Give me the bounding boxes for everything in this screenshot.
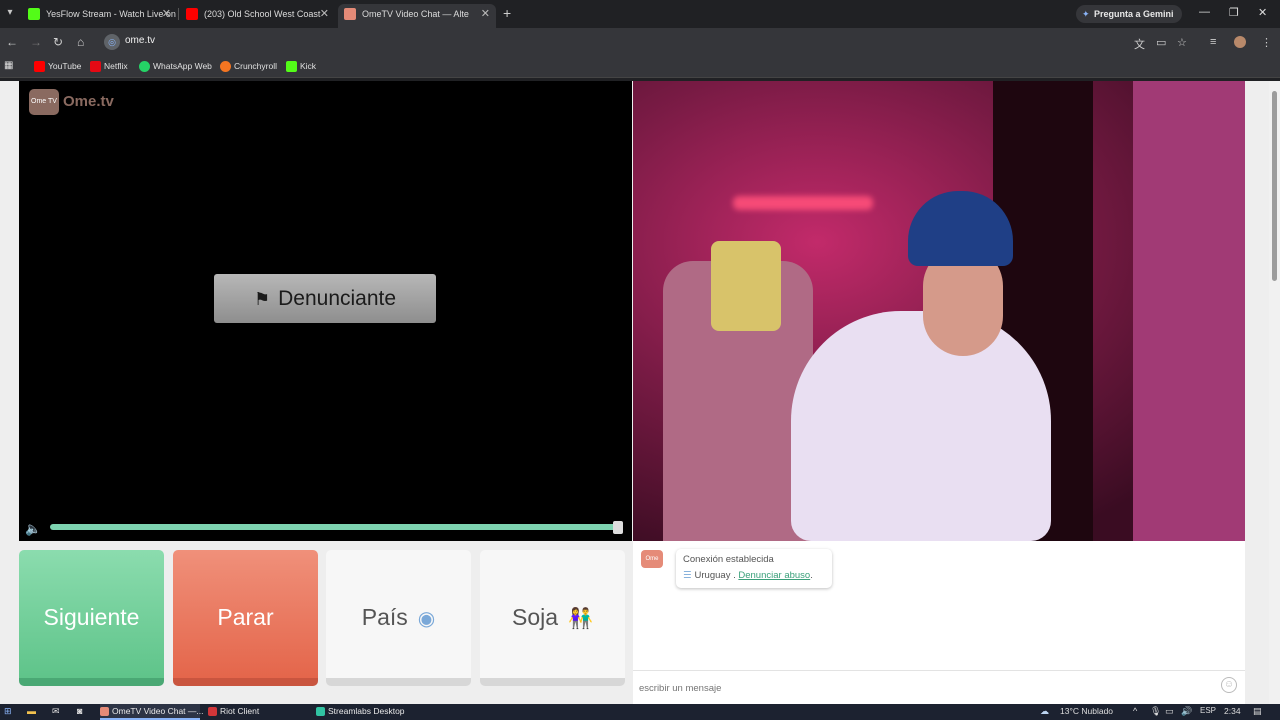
volume-slider-handle[interactable] [613,521,623,534]
language-indicator[interactable]: ESP [1200,706,1216,715]
uruguay-flag-icon: ☰ [683,570,692,581]
youtube-icon [186,8,198,20]
streamlabs-icon [316,707,325,716]
gender-button[interactable]: Soja 👫 [480,550,625,686]
person-figure [791,311,1051,541]
page-scrollbar[interactable] [1269,81,1280,704]
chat-panel: Ome TV Conexión establecida ☰ Uruguay . D… [633,541,1245,704]
menu-dots-icon[interactable]: ⋮ [1261,36,1272,49]
close-tab-icon[interactable]: ✕ [162,4,171,24]
camera-icon[interactable]: ◙ [77,706,82,716]
browser-tab-bar: ▾ YesFlow Stream - Watch Live on ✕ (203)… [0,0,1280,28]
stranger-video-panel: Ome TV Ome.tv ⚑ Denunciante 🔈 [19,81,632,541]
restore-icon[interactable]: ❐ [1229,6,1239,19]
emoji-icon[interactable]: ☺ [1221,677,1237,693]
youtube-icon [34,61,45,72]
file-explorer-icon[interactable]: ▬ [27,706,36,716]
close-tab-icon[interactable]: ✕ [481,4,490,24]
start-icon[interactable]: ⊞ [4,706,12,717]
forward-icon[interactable]: → [30,35,42,49]
notifications-icon[interactable]: ▤ [1253,706,1262,717]
self-webcam-video [633,81,1245,541]
crunchyroll-icon [220,61,231,72]
reload-icon[interactable]: ↻ [53,35,63,49]
volume-slider[interactable] [50,524,618,530]
tab-old-school[interactable]: (203) Old School West Coast ✕ [180,4,335,24]
taskbar-riot[interactable]: Riot Client [208,706,259,716]
page-content: Ome TV Ome.tv ⚑ Denunciante 🔈 Siguiente P… [0,81,1280,704]
netflix-icon [90,61,101,72]
stop-button[interactable]: Parar [173,550,318,686]
report-abuse-link[interactable]: Denunciar abuso [738,570,810,581]
next-button[interactable]: Siguiente [19,550,164,686]
close-window-icon[interactable]: ✕ [1258,6,1267,19]
scrollbar-thumb[interactable] [1272,91,1277,281]
clock[interactable]: 2:34 [1224,706,1241,716]
close-tab-icon[interactable]: ✕ [320,4,329,24]
gemini-icon: ✦ [1082,9,1090,19]
uruguay-flag-icon: ◉ [417,607,436,630]
connection-message: Conexión establecida ☰ Uruguay . Denuncia… [676,549,832,588]
weather-text[interactable]: 13°C Nublado [1060,706,1113,716]
tab-search-chevron-icon[interactable]: ▾ [2,5,18,21]
windows-taskbar: ⊞ ▬ ✉ ◙ OmeTV Video Chat —... Riot Clien… [0,704,1280,720]
chat-input-bar: ☺ [633,670,1245,704]
taskbar-streamlabs[interactable]: Streamlabs Desktop [316,706,405,716]
new-tab-button[interactable]: + [503,5,511,21]
bookmark-netflix[interactable]: Netflix [90,61,128,72]
report-button[interactable]: ⚑ Denunciante [214,274,436,323]
cast-icon[interactable]: ▭ [1156,36,1166,49]
address-bar: ← → ↻ ⌂ ◎ ome.tv 文 ▭ ☆ ≡ ⋮ [0,28,1280,56]
couple-icon: 👫 [568,607,593,630]
volume-icon[interactable]: 🔈 [25,521,41,537]
chrome-icon [100,707,109,716]
message-input[interactable] [639,679,1199,697]
country-button[interactable]: País ◉ [326,550,471,686]
riot-icon [208,707,217,716]
back-icon[interactable]: ← [6,35,18,49]
bookmark-youtube[interactable]: YouTube [34,61,81,72]
bookmark-whatsapp[interactable]: WhatsApp Web [139,61,212,72]
mail-icon[interactable]: ✉ [52,706,60,717]
gemini-button[interactable]: ✦ Pregunta a Gemini [1076,5,1182,23]
kick-icon [286,61,297,72]
bookmarks-bar: ▦ YouTube Netflix WhatsApp Web Crunchyro… [0,56,1280,78]
whatsapp-icon [139,61,150,72]
site-info-icon[interactable]: ◎ [104,34,120,50]
tab-yesflow[interactable]: YesFlow Stream - Watch Live on ✕ [22,4,177,24]
reading-list-icon[interactable]: ≡ [1210,36,1216,48]
minimize-icon[interactable]: — [1199,6,1210,18]
tab-ometv[interactable]: OmeTV Video Chat — Alte ✕ [338,4,496,28]
cloud-icon: ☁ [1040,706,1049,716]
bookmark-kick[interactable]: Kick [286,61,316,72]
chevron-up-icon[interactable]: ^ [1133,706,1137,716]
taskbar-chrome[interactable]: OmeTV Video Chat —... [100,704,204,720]
translate-icon[interactable]: 文 [1134,36,1145,52]
home-icon[interactable]: ⌂ [77,35,84,49]
url-field[interactable]: ◎ ome.tv [100,31,1130,53]
ometv-chat-logo-icon: Ome TV [641,550,663,580]
apps-grid-icon[interactable]: ▦ [4,60,13,71]
profile-avatar[interactable] [1234,36,1246,48]
bookmark-star-icon[interactable]: ☆ [1177,36,1187,49]
kick-icon [28,8,40,20]
bookmark-crunchyroll[interactable]: Crunchyroll [220,61,277,72]
network-icon[interactable]: ▭ [1165,706,1174,717]
mic-icon[interactable]: 🎙 [1150,706,1161,717]
flag-icon: ⚑ [253,289,271,309]
ometv-icon [344,8,356,20]
speaker-icon[interactable]: 🔊 [1181,706,1192,717]
